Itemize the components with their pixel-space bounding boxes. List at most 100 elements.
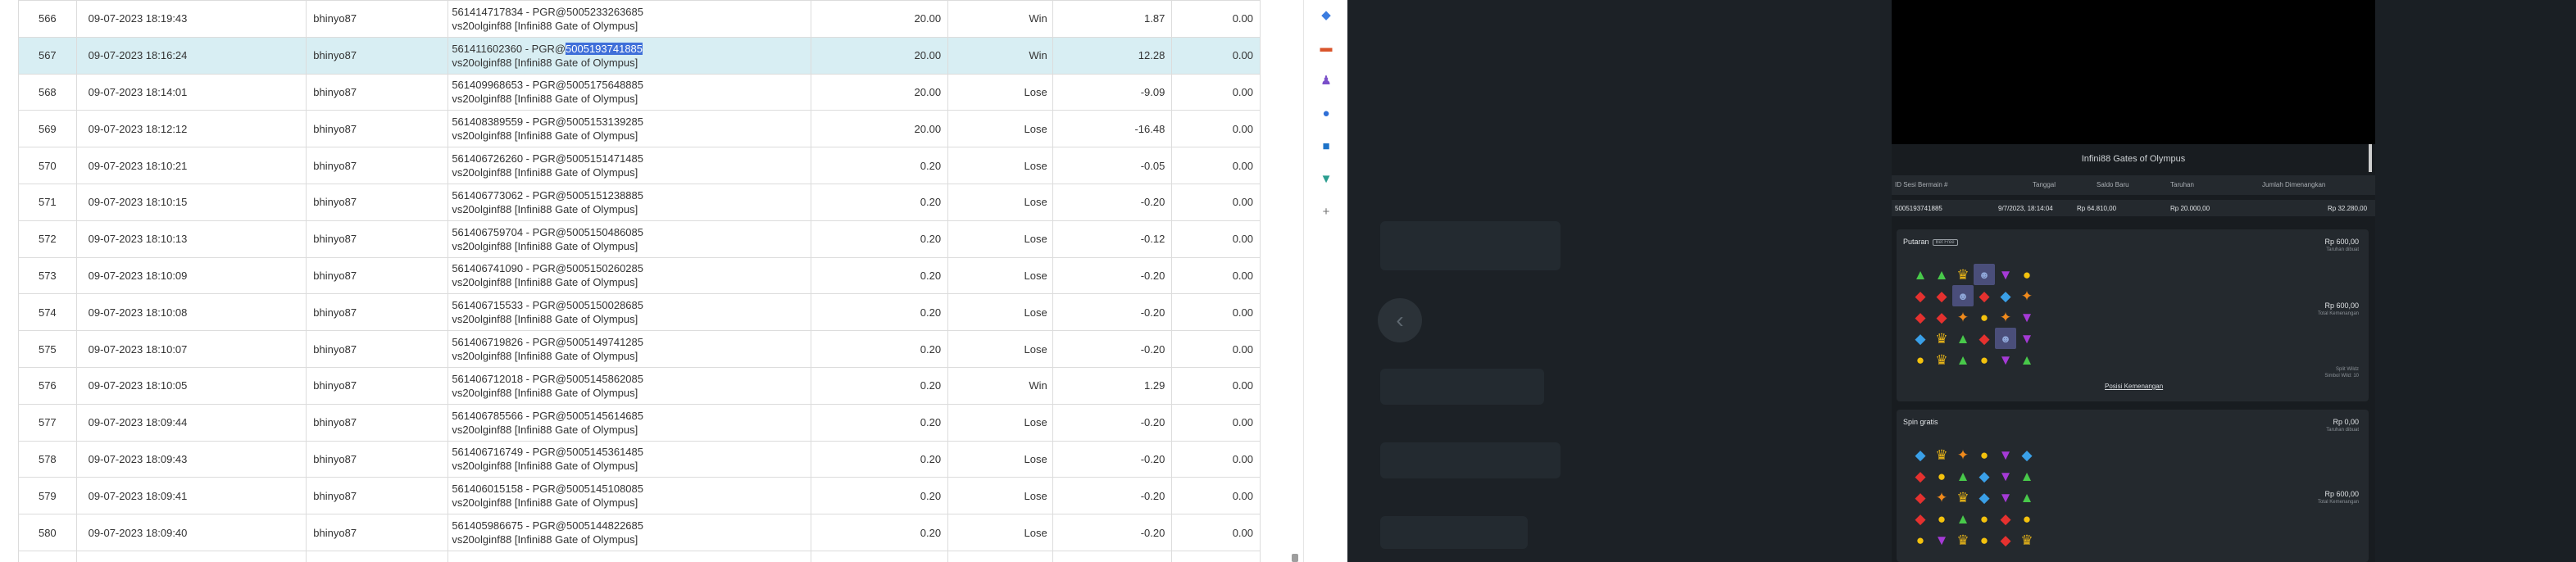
session-header-row: ID Sesi Bermain # Tanggal Saldo Baru Tar…	[1892, 175, 2375, 195]
row-extra: 0.00	[1171, 256, 1261, 295]
row-extra: 0.00	[1171, 330, 1261, 368]
row-description: 561411602360 - PGR@5005193741885 vs20olgi…	[448, 36, 812, 75]
row-date: 09-07-2023 18:10:08	[75, 293, 307, 332]
crown-symbol-icon: ♛	[1956, 266, 1969, 283]
red-symbol-icon: ◆	[1979, 330, 1990, 347]
desc-line-2: vs20olginf88 [Infini88 Gate of Olympus]	[452, 533, 638, 546]
table-row[interactable]: 561405992647 - PGR@5005144541285	[18, 550, 1261, 562]
gold-symbol-icon: ●	[1937, 510, 1947, 527]
row-username: bhinyo87	[306, 293, 449, 332]
free-spin-card: Spin gratis Rp 0,00 Taruhan dibuat Rp 60…	[1897, 410, 2369, 562]
row-result: Lose	[947, 403, 1053, 442]
scrollbar-thumb[interactable]	[1292, 554, 1298, 562]
row-date: 09-07-2023 18:19:43	[75, 0, 307, 38]
red-symbol-icon: ◆	[1915, 288, 1926, 304]
row-number: 570	[18, 147, 77, 184]
row-amount	[1052, 550, 1173, 562]
green-symbol-icon: ▲	[1913, 266, 1928, 283]
row-description: 561406716749 - PGR@5005145361485 vs20olgi…	[448, 440, 812, 478]
table-row[interactable]: 566 09-07-2023 18:19:43 bhinyo87 5614147178…	[18, 0, 1261, 38]
table-row[interactable]: 569 09-07-2023 18:12:12 bhinyo87 5614083895…	[18, 110, 1261, 148]
row-username: bhinyo87	[306, 183, 449, 221]
table-row[interactable]: 572 09-07-2023 18:10:13 bhinyo87 5614067597…	[18, 220, 1261, 258]
outlook-icon[interactable]: ■	[1318, 138, 1334, 154]
free-spin-bet-amount: Rp 0,00	[2333, 418, 2359, 426]
transaction-table: 566 09-07-2023 18:19:43 bhinyo87 5614147178…	[18, 0, 1261, 562]
background-item	[1380, 516, 1528, 549]
row-username: bhinyo87	[306, 440, 449, 478]
background-item	[1380, 369, 1544, 405]
table-row[interactable]: 567 09-07-2023 18:16:24 bhinyo87 5614116023…	[18, 36, 1261, 75]
toolbox-icon[interactable]: ▬	[1318, 39, 1334, 56]
table-row[interactable]: 579 09-07-2023 18:09:41 bhinyo87 5614060151…	[18, 477, 1261, 515]
globe-icon[interactable]: ●	[1318, 105, 1334, 121]
row-bet: 20.00	[811, 0, 949, 38]
row-result: Lose	[947, 220, 1053, 258]
desc-line-1: 561405986675 - PGR@5005144822685	[452, 519, 643, 533]
row-extra: 0.00	[1171, 147, 1261, 184]
table-row[interactable]: 577 09-07-2023 18:09:44 bhinyo87 5614067855…	[18, 403, 1261, 442]
row-date: 09-07-2023 18:10:07	[75, 330, 307, 368]
row-date: 09-07-2023 18:14:01	[75, 73, 307, 111]
selected-text-highlight: 5005193741885	[566, 42, 643, 55]
cart-icon[interactable]: ▼	[1318, 170, 1334, 187]
tag-icon[interactable]: ◆	[1318, 7, 1334, 23]
row-result	[947, 550, 1053, 562]
table-row[interactable]: 575 09-07-2023 18:10:07 bhinyo87 5614067198…	[18, 330, 1261, 368]
header-date: Tanggal	[2033, 181, 2056, 188]
table-row[interactable]: 578 09-07-2023 18:09:43 bhinyo87 5614067167…	[18, 440, 1261, 478]
row-description: 561406759704 - PGR@5005150486085 vs20olgi…	[448, 220, 812, 258]
row-number: 578	[18, 440, 77, 478]
spin-title: Putaran Bet Free	[1903, 238, 1958, 246]
desc-line-2: vs20olginf88 [Infini88 Gate of Olympus]	[452, 460, 638, 473]
row-bet: 0.20	[811, 403, 949, 442]
row-number: 575	[18, 330, 77, 368]
table-row[interactable]: 571 09-07-2023 18:10:15 bhinyo87 5614067730…	[18, 183, 1261, 221]
row-amount: -0.20	[1052, 293, 1173, 332]
back-arrow-button[interactable]: ‹	[1378, 298, 1422, 342]
header-bet: Taruhan	[2170, 181, 2194, 188]
row-bet: 20.00	[811, 110, 949, 148]
table-row[interactable]: 570 09-07-2023 18:10:21 bhinyo87 5614067262…	[18, 147, 1261, 184]
table-scrollbar[interactable]	[1261, 0, 1297, 562]
row-description: 561406741090 - PGR@5005150260285 vs20olgi…	[448, 256, 812, 295]
free-spin-bet-label: Taruhan dibuat	[2326, 428, 2359, 433]
desc-line-1: 561406773062 - PGR@5005151238885	[452, 188, 643, 202]
gold-symbol-icon: ●	[1915, 351, 1925, 368]
purple-symbol-icon: ▼	[1998, 266, 2013, 283]
row-description: 561406715533 - PGR@5005150028685 vs20olgi…	[448, 293, 812, 332]
row-number: 576	[18, 366, 77, 405]
table-row[interactable]: 568 09-07-2023 18:14:01 bhinyo87 5614099686…	[18, 73, 1261, 111]
row-result: Lose	[947, 330, 1053, 368]
value-bet: Rp 20.000,00	[2170, 205, 2210, 212]
row-amount: 12.28	[1052, 36, 1173, 75]
row-number: 579	[18, 477, 77, 515]
table-row[interactable]: 573 09-07-2023 18:10:09 bhinyo87 5614067410…	[18, 256, 1261, 295]
table-row[interactable]: 574 09-07-2023 18:10:08 bhinyo87 5614067155…	[18, 293, 1261, 332]
zeus-symbol-icon: ☻	[1974, 264, 1995, 285]
gold-symbol-icon: ●	[1937, 468, 1947, 484]
table-row[interactable]: 576 09-07-2023 18:10:05 bhinyo87 5614067120…	[18, 366, 1261, 405]
zeus-symbol-icon: ☻	[1995, 328, 2016, 349]
row-date: 09-07-2023 18:09:40	[75, 514, 307, 551]
blue-symbol-icon: ◆	[1915, 330, 1926, 347]
orange-symbol-icon: ✦	[1999, 309, 2012, 325]
row-description: 561406015158 - PGR@5005145108085 vs20olgi…	[448, 477, 812, 515]
blue-symbol-icon: ◆	[1979, 468, 1990, 484]
row-username: bhinyo87	[306, 36, 449, 75]
spin-win-label: Total Kemenangan	[2317, 311, 2359, 316]
win-positions-link[interactable]: Posisi Kemenangan	[2105, 383, 2163, 390]
value-session-id: 5005193741885	[1895, 205, 1942, 212]
table-row[interactable]: 580 09-07-2023 18:09:40 bhinyo87 5614059866…	[18, 514, 1261, 551]
people-icon[interactable]: ♟	[1318, 72, 1334, 88]
row-extra: 0.00	[1171, 366, 1261, 405]
add-icon[interactable]: +	[1318, 203, 1334, 220]
value-date: 9/7/2023, 18:14:04	[1998, 205, 2053, 212]
row-amount: -0.20	[1052, 403, 1173, 442]
row-extra: 0.00	[1171, 514, 1261, 551]
row-number: 572	[18, 220, 77, 258]
gold-symbol-icon: ●	[1979, 532, 1989, 548]
crown-symbol-icon: ♛	[1956, 489, 1969, 505]
row-username: bhinyo87	[306, 0, 449, 38]
crown-symbol-icon: ♛	[1956, 532, 1969, 548]
